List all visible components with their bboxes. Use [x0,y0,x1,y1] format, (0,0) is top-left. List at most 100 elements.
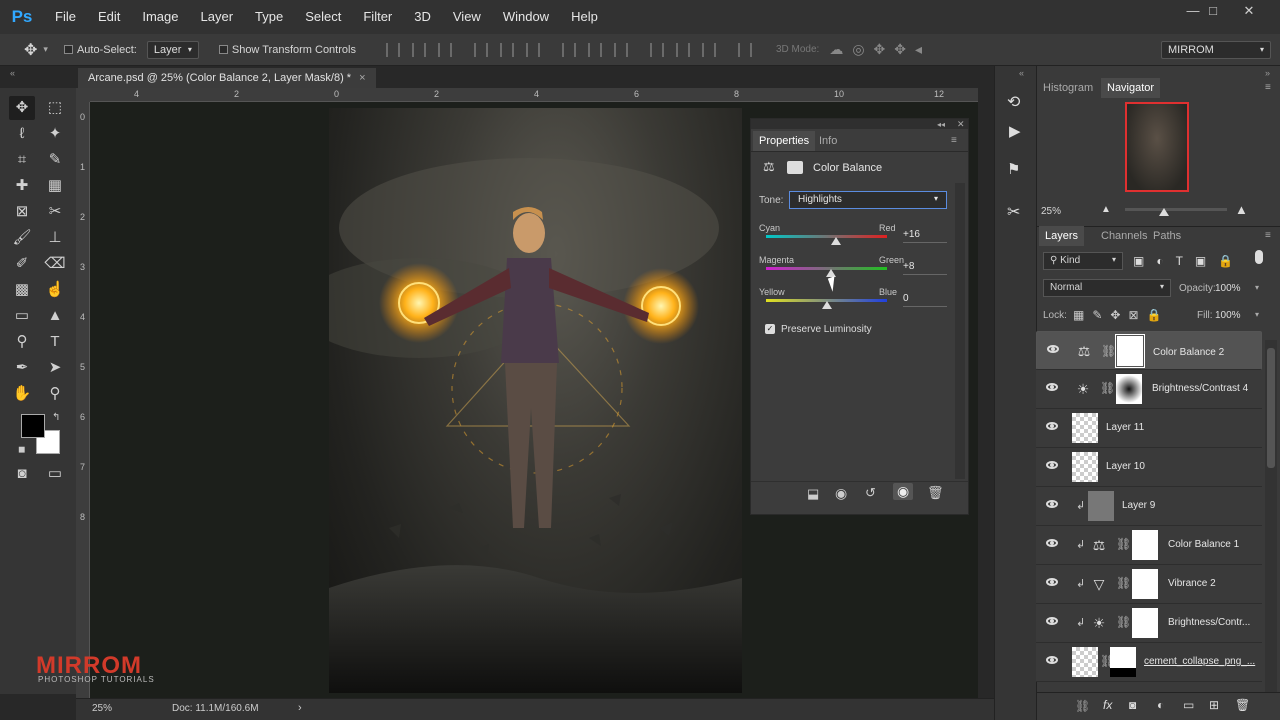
align-top-icon[interactable] [385,42,400,57]
opacity-value[interactable]: 100% [1215,283,1241,294]
distribute-right-icon[interactable] [701,42,716,57]
distribute-bottom-icon[interactable] [613,42,628,57]
auto-align-icon[interactable] [737,42,752,57]
tab-layers[interactable]: Layers [1039,226,1085,246]
content-aware-move-icon[interactable]: ⊠ [9,200,35,224]
new-group-icon[interactable]: ▭ [1183,698,1194,712]
layer-name[interactable]: Vibrance 2 [1168,578,1216,589]
tab-properties[interactable]: Properties [753,131,816,151]
menu-3d[interactable]: 3D [403,0,442,34]
eye-icon[interactable] [1046,578,1058,586]
layer-row[interactable]: Layer 10 [1036,448,1262,487]
collapse-panel-icon[interactable]: ◂◂ [937,120,945,129]
layer-thumbnail[interactable] [1072,452,1098,482]
fill-dropdown-icon[interactable]: ▾ [1255,310,1259,319]
auto-select-check-icon[interactable] [63,45,73,54]
layer-name[interactable]: Layer 10 [1106,461,1145,472]
menu-file[interactable]: File [44,0,87,34]
slider-handle[interactable] [826,269,837,277]
layer-style-icon[interactable]: fx [1103,698,1112,712]
layer-name[interactable]: Color Balance 1 [1168,539,1239,550]
layer-name[interactable]: Brightness/Contr... [1168,617,1250,628]
3d-mode-icons[interactable]: ☁◎✥✥◂ [829,41,931,58]
link-icon[interactable]: ⛓ [1116,537,1131,551]
lasso-tool-icon[interactable]: ℓ [9,122,35,146]
move-tool-icon[interactable]: ✥ [24,40,37,60]
dodge-tool-icon[interactable]: ⚲ [9,330,35,354]
link-layers-icon[interactable]: ⛓ [1075,699,1090,713]
eye-icon[interactable] [1046,617,1058,625]
layer-row[interactable]: ↲ ▽ ⛓ Vibrance 2 [1036,565,1262,604]
document-tab[interactable]: Arcane.psd @ 25% (Color Balance 2, Layer… [78,68,376,88]
menu-view[interactable]: View [442,0,492,34]
layer-row[interactable]: ☀ ⛓ Brightness/Contrast 4 [1036,370,1262,409]
layer-mask-thumbnail[interactable] [1132,608,1158,638]
slider-value-input[interactable]: +8 [903,261,947,275]
swap-colors-icon[interactable]: ↰ [52,412,60,423]
reset-adjustments-icon[interactable]: ↺ [865,485,876,501]
slider-track[interactable] [766,235,887,238]
type-tool-icon[interactable]: T [42,330,68,354]
layer-name[interactable]: Brightness/Contrast 4 [1152,383,1248,394]
eye-icon[interactable] [1047,345,1059,353]
panel-menu-icon[interactable]: ≡ [1265,82,1271,93]
path-select-icon[interactable]: ➤ [42,356,68,380]
tab-histogram[interactable]: Histogram [1043,78,1093,98]
properties-scrollbar[interactable] [955,183,965,479]
tab-navigator[interactable]: Navigator [1101,78,1161,98]
panel-menu-icon[interactable]: ≡ [951,135,957,146]
rectangle-tool-icon[interactable]: ▭ [9,304,35,328]
align-vcenter-icon[interactable] [411,42,426,57]
navigator-thumbnail[interactable] [1125,102,1189,192]
eye-icon[interactable] [1046,461,1058,469]
move-tool-icon[interactable]: ✥ [9,96,35,120]
healing-brush-icon[interactable]: ✚ [9,174,35,198]
layer-name[interactable]: Color Balance 2 [1153,345,1224,361]
menu-type[interactable]: Type [244,0,294,34]
distribute-left-icon[interactable] [649,42,664,57]
canvas-image[interactable] [329,108,742,693]
workspace-dropdown[interactable]: MIRROM ▾ [1161,40,1271,59]
layer-row[interactable]: ↲ Layer 9 [1036,487,1262,526]
blend-mode-dropdown[interactable]: Normal ▾ [1043,279,1171,297]
layer-name[interactable]: Layer 11 [1106,422,1144,433]
zoom-slider-handle[interactable] [1159,208,1169,216]
gradient-tool-icon[interactable]: ▩ [9,278,35,302]
doc-size[interactable]: Doc: 11.1M/160.6M [172,703,259,714]
layer-row[interactable]: ↲ ⚖ ⛓ Color Balance 1 [1036,526,1262,565]
actions-play-icon[interactable]: ▶ [1009,122,1021,140]
hand-tool-icon[interactable]: ✋ [9,382,35,406]
delete-layer-icon[interactable]: 🗑 [1235,698,1250,712]
show-transform-check-icon[interactable] [218,45,228,54]
filter-toggle-icon[interactable] [1255,250,1263,264]
distribute-top-icon[interactable] [561,42,576,57]
menu-filter[interactable]: Filter [352,0,403,34]
view-previous-state-icon[interactable]: ◉ [835,485,847,502]
sharpen-tool-icon[interactable]: ▲ [42,304,68,328]
align-left-icon[interactable] [473,42,488,57]
default-colors-icon[interactable]: ◼ [18,444,25,455]
menu-select[interactable]: Select [294,0,352,34]
distribute-vcenter-icon[interactable] [587,42,602,57]
layer-row[interactable]: ↲ ☀ ⛓ Brightness/Contr... [1036,604,1262,643]
scrollbar-thumb[interactable] [1267,348,1275,468]
toggle-visibility-icon[interactable]: ◉ [893,483,914,500]
navigator-zoom[interactable]: 25% [1041,206,1061,217]
menu-image[interactable]: Image [131,0,189,34]
fill-value[interactable]: 100% [1215,310,1241,321]
slider-handle[interactable] [831,237,842,245]
clip-to-layer-icon[interactable]: ⬓ [807,486,819,502]
screen-mode-icon[interactable]: ▭ [42,462,68,486]
close-panel-icon[interactable]: ✕ [957,119,965,130]
layer-name[interactable]: Layer 9 [1122,500,1155,511]
layer-row[interactable]: Layer 11 [1036,409,1262,448]
layer-row[interactable]: ⚖ ⛓ Color Balance 2 [1036,331,1262,370]
eraser-tool-icon[interactable]: ⌫ [42,252,68,276]
stamp-tool-icon[interactable]: ⊥ [42,226,68,250]
layers-scrollbar[interactable] [1265,340,1277,692]
delete-adjustment-icon[interactable]: 🗑 [927,485,944,501]
brush-presets-icon[interactable]: ⚑ [1007,160,1020,178]
zoom-out-icon[interactable]: ▲ [1101,204,1111,215]
tab-info[interactable]: Info [819,131,837,151]
layer-mask-thumbnail[interactable] [1116,374,1142,404]
